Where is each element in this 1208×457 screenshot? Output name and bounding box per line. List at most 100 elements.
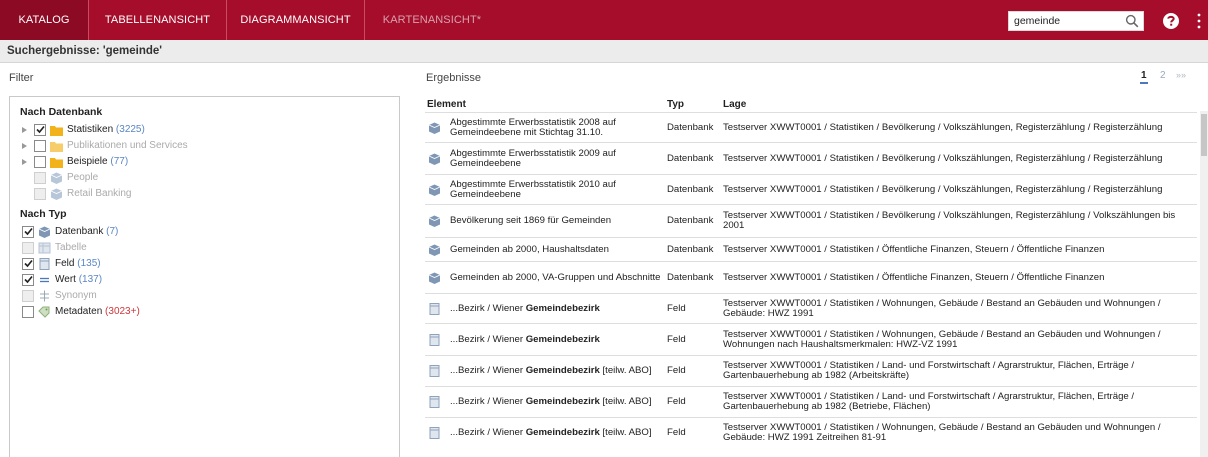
- database-icon: [428, 153, 441, 165]
- tag-icon: [38, 306, 50, 318]
- filter-label: People: [67, 172, 99, 183]
- element-suffix: [teilw. ABO]: [599, 365, 652, 376]
- database-icon: [428, 272, 441, 284]
- filter-label: Tabelle: [55, 242, 87, 253]
- tab-diagrammansicht[interactable]: DIAGRAMMANSICHT: [227, 0, 365, 40]
- cell-element: Gemeinden ab 2000, VA-Gruppen und Abschn…: [425, 261, 665, 294]
- folder-icon: [50, 158, 63, 168]
- top-navigation-bar: KATALOG TABELLENANSICHT DIAGRAMMANSICHT …: [0, 0, 1208, 40]
- cell-type: Datenbank: [665, 237, 721, 262]
- field-icon: [429, 365, 440, 377]
- element-highlight: Gemeindebezirk: [525, 365, 600, 376]
- cell-type: Datenbank: [665, 174, 721, 205]
- table-icon: [38, 242, 51, 254]
- search-input[interactable]: [1009, 12, 1114, 30]
- cell-location: Testserver XWWT0001 / Statistiken / Wohn…: [721, 293, 1197, 324]
- element-text: ...Bezirk / Wiener: [450, 427, 526, 439]
- column-header-element[interactable]: Element: [425, 96, 665, 113]
- cell-element: Bevölkerung seit 1869 für Gemeinden: [425, 204, 665, 238]
- filter-count: (7): [106, 226, 119, 237]
- page-2[interactable]: 2: [1160, 70, 1166, 81]
- column-header-lage[interactable]: Lage: [721, 96, 1197, 113]
- cell-element: Abgestimmte Erwerbsstatistik 2008 auf Ge…: [425, 112, 665, 143]
- cell-type: Feld: [665, 355, 721, 387]
- database-icon: [428, 215, 441, 227]
- element-suffix: [teilw. ABO]: [599, 427, 652, 439]
- table-row[interactable]: ...Bezirk / Wiener Gemeindebezirk Feld Tes…: [425, 293, 1197, 324]
- field-icon: [429, 396, 440, 408]
- next-pages[interactable]: »»: [1176, 70, 1186, 80]
- checkbox-unchecked[interactable]: [22, 306, 34, 318]
- element-text: ...Bezirk / Wiener: [450, 365, 526, 376]
- table-row[interactable]: Gemeinden ab 2000, Haushaltsdaten Datenba…: [425, 237, 1197, 262]
- cell-location: Testserver XWWT0001 / Statistiken / Bevö…: [721, 142, 1197, 175]
- filter-count: (137): [78, 274, 103, 285]
- checkbox-checked[interactable]: [22, 274, 34, 286]
- element-text: Abgestimmte Erwerbsstatistik 2010 auf Ge…: [450, 178, 616, 200]
- help-icon[interactable]: [1160, 10, 1182, 32]
- search-icon[interactable]: [1125, 14, 1139, 28]
- cell-element: ...Bezirk / Wiener Gemeindebezirk: [425, 323, 665, 356]
- filter-label: Wert: [55, 274, 76, 285]
- element-highlight: Gemeindebezirk: [525, 427, 600, 439]
- expand-arrow-icon[interactable]: [22, 159, 27, 165]
- cell-location: Testserver XWWT0001 / Statistiken / Öffe…: [721, 261, 1197, 294]
- cell-location: Testserver XWWT0001 / Statistiken / Wohn…: [721, 323, 1197, 356]
- more-menu-icon[interactable]: [1197, 12, 1201, 30]
- filter-section-database: Nach Datenbank: [20, 106, 103, 118]
- filter-count: (77): [110, 156, 129, 167]
- table-row[interactable]: Bevölkerung seit 1869 für Gemeinden Daten…: [425, 204, 1197, 238]
- filter-count: (135): [77, 258, 101, 269]
- tab-katalog[interactable]: KATALOG: [0, 0, 89, 40]
- cell-location: Testserver XWWT0001 / Statistiken / Bevö…: [721, 174, 1197, 205]
- cell-type: Datenbank: [665, 261, 721, 294]
- cell-location: Testserver XWWT0001 / Statistiken / Land…: [721, 386, 1197, 418]
- results-table: Element Typ Lage Abgestimmte Erwerbsstat…: [425, 96, 1197, 449]
- value-icon: [40, 277, 49, 283]
- table-row[interactable]: Abgestimmte Erwerbsstatistik 2008 auf Ge…: [425, 112, 1197, 143]
- field-icon: [429, 302, 440, 315]
- checkbox-checked[interactable]: [22, 258, 34, 270]
- element-text: ...Bezirk / Wiener: [450, 396, 526, 407]
- tab-tabellenansicht[interactable]: TABELLENANSICHT: [89, 0, 227, 40]
- element-text: ...Bezirk / Wiener: [450, 302, 526, 314]
- cell-element: ...Bezirk / Wiener Gemeindebezirk: [425, 293, 665, 324]
- expand-arrow-icon[interactable]: [22, 143, 27, 149]
- column-header-typ[interactable]: Typ: [665, 96, 721, 113]
- page-title: Suchergebnisse: 'gemeinde': [7, 45, 163, 57]
- synonym-icon: [40, 290, 49, 302]
- table-row[interactable]: ...Bezirk / Wiener Gemeindebezirk [teilw…: [425, 355, 1197, 387]
- checkbox-unchecked[interactable]: [34, 140, 46, 152]
- database-icon: [428, 244, 441, 256]
- checkbox-checked[interactable]: [34, 124, 46, 136]
- folder-icon: [50, 142, 63, 152]
- cell-type: Datenbank: [665, 204, 721, 238]
- results-scrollbar[interactable]: [1200, 111, 1208, 457]
- checkbox-checked[interactable]: [22, 226, 34, 238]
- expand-arrow-icon[interactable]: [22, 127, 27, 133]
- filter-heading: Filter: [9, 72, 34, 84]
- filter-label: Feld: [55, 258, 75, 269]
- cell-element: ...Bezirk / Wiener Gemeindebezirk [teilw…: [425, 355, 665, 387]
- scrollbar-thumb[interactable]: [1201, 114, 1207, 156]
- checkbox-unchecked[interactable]: [34, 156, 46, 168]
- table-row[interactable]: ...Bezirk / Wiener Gemeindebezirk Feld Tes…: [425, 323, 1197, 356]
- cell-type: Feld: [665, 323, 721, 356]
- cell-location: Testserver XWWT0001 / Statistiken / Öffe…: [721, 237, 1197, 262]
- tab-kartenansicht: KARTENANSICHT*: [382, 14, 482, 26]
- table-row[interactable]: Abgestimmte Erwerbsstatistik 2010 auf Ge…: [425, 174, 1197, 205]
- field-icon: [429, 427, 440, 440]
- page-1[interactable]: 1: [1140, 70, 1148, 84]
- element-highlight: Gemeindebezirk: [525, 396, 600, 407]
- table-row[interactable]: ...Bezirk / Wiener Gemeindebezirk [teilw…: [425, 386, 1197, 418]
- table-row[interactable]: Gemeinden ab 2000, VA-Gruppen und Abschn…: [425, 261, 1197, 294]
- cell-element: ...Bezirk / Wiener Gemeindebezirk [teilw…: [425, 417, 665, 449]
- filter-section-type: Nach Typ: [20, 208, 67, 220]
- table-row[interactable]: Abgestimmte Erwerbsstatistik 2009 auf Ge…: [425, 142, 1197, 175]
- cell-location: Testserver XWWT0001 / Statistiken / Bevö…: [721, 204, 1197, 238]
- table-row[interactable]: ...Bezirk / Wiener Gemeindebezirk [teilw…: [425, 417, 1197, 449]
- filter-panel: Nach Datenbank Statistiken (3225) Publik…: [9, 96, 400, 457]
- element-text: Abgestimmte Erwerbsstatistik 2009 auf Ge…: [450, 147, 616, 169]
- cell-location: Testserver XWWT0001 / Statistiken / Wohn…: [721, 417, 1197, 449]
- checkbox-disabled: [34, 172, 46, 184]
